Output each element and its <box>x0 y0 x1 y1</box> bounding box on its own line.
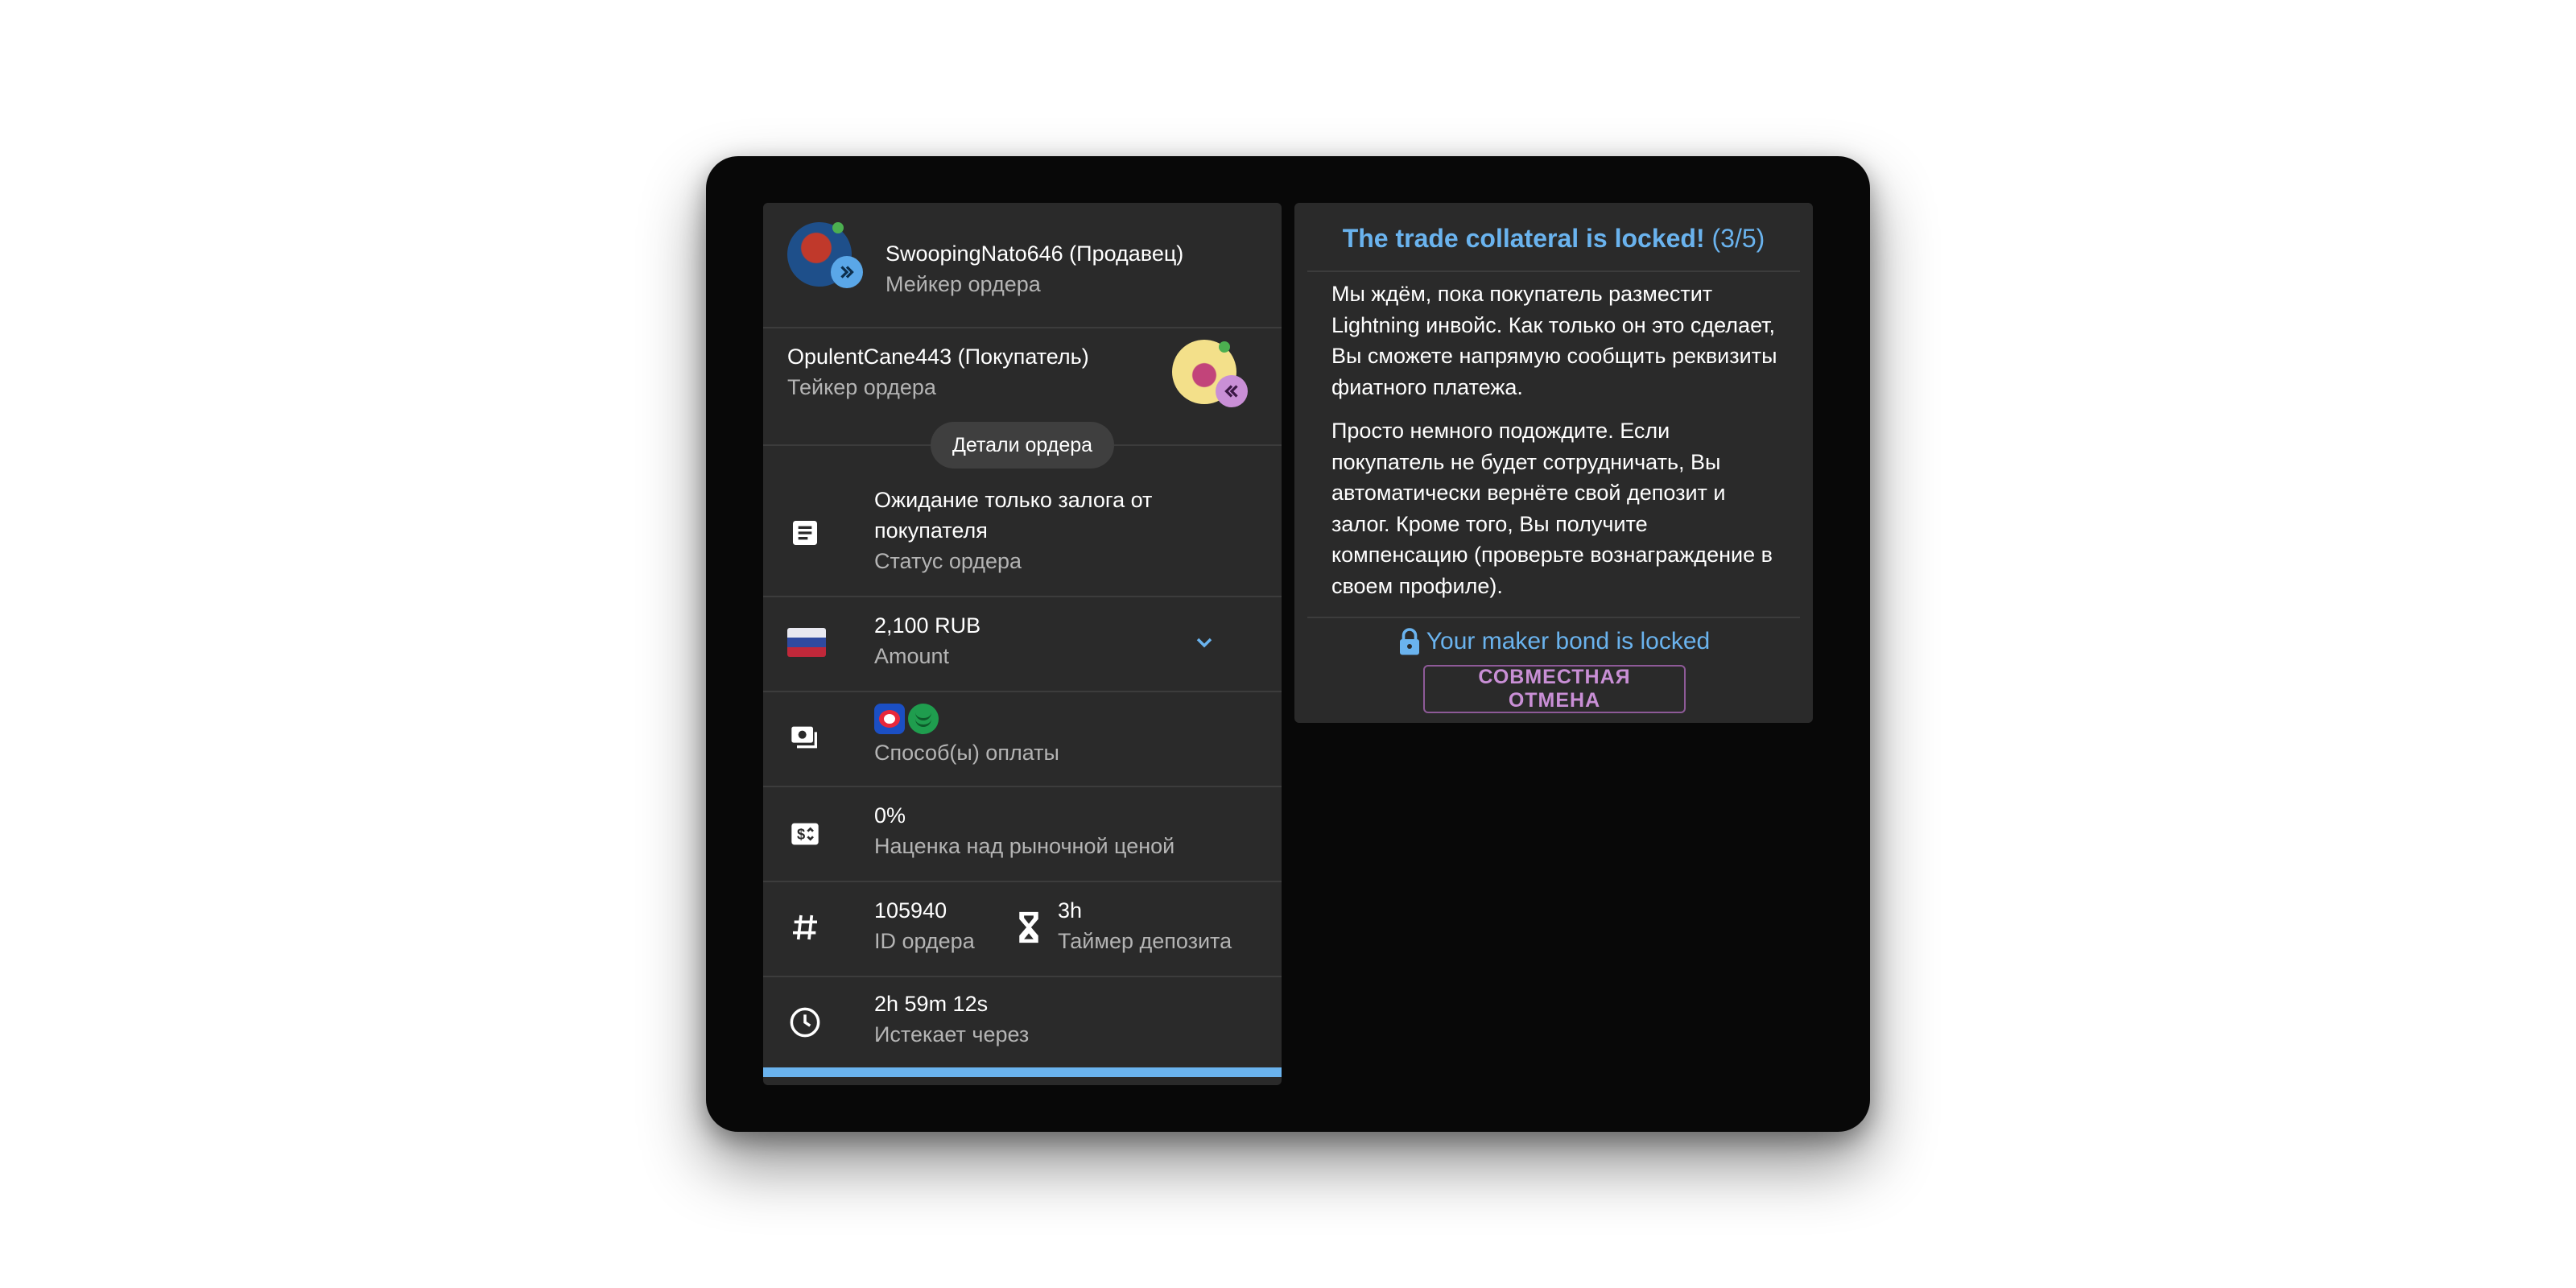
chevron-down-icon[interactable] <box>1191 630 1217 655</box>
status-paragraph-1: Мы ждём, пока покупатель разместит Light… <box>1331 282 1777 399</box>
expires-label: Истекает через <box>874 1022 1030 1046</box>
maker-bond-status: Your maker bond is locked <box>1294 625 1813 658</box>
deposit-timer-label: Таймер депозита <box>1058 929 1232 953</box>
bank-icon-red <box>874 704 905 734</box>
deposit-timer-value: 3h <box>1058 898 1083 923</box>
premium-label: Наценка над рыночной ценой <box>874 834 1175 858</box>
order-details-panel: SwoopingNato646 (Продавец) Мейкер ордера… <box>763 203 1282 1085</box>
maker-badge-icon <box>831 256 863 288</box>
order-id-row: 105940 ID ордера 3h Таймер депозита <box>763 882 1282 976</box>
divider <box>1307 270 1800 272</box>
status-row: Ожидание только залога от покупателя Ста… <box>763 477 1282 597</box>
taker-name: OpulentCane443 (Покупатель) <box>787 345 1089 369</box>
payments-icon <box>787 720 823 755</box>
amount-row[interactable]: 2,100 RUB Amount <box>763 597 1282 691</box>
taker-online-dot <box>1219 341 1230 353</box>
trade-status-title: The trade collateral is locked! (3/5) <box>1294 221 1813 256</box>
russia-flag-icon <box>787 628 826 657</box>
price-change-icon: $ <box>787 816 823 852</box>
premium-row: $ 0% Наценка над рыночной ценой <box>763 787 1282 881</box>
amount-label: Amount <box>874 644 950 668</box>
clock-icon <box>787 1005 823 1040</box>
maker-online-dot <box>832 222 844 233</box>
premium-value: 0% <box>874 803 906 828</box>
order-id-value: 105940 <box>874 898 947 923</box>
taker-role: Тейкер ордера <box>787 375 936 399</box>
status-value: Ожидание только залога от покупателя <box>874 488 1153 543</box>
amount-value: 2,100 RUB <box>874 613 981 638</box>
article-icon <box>787 515 823 551</box>
lock-icon <box>1397 627 1422 656</box>
expires-value: 2h 59m 12s <box>874 992 989 1016</box>
expires-row: 2h 59m 12s Истекает через <box>763 977 1282 1066</box>
order-id-label: ID ордера <box>874 929 975 953</box>
status-label: Статус ордера <box>874 549 1022 573</box>
divider <box>1307 617 1800 618</box>
hourglass-icon <box>1014 910 1043 945</box>
svg-text:$: $ <box>797 826 805 843</box>
maker-row[interactable]: SwoopingNato646 (Продавец) Мейкер ордера <box>763 203 1282 327</box>
hash-icon <box>787 910 823 945</box>
maker-name: SwoopingNato646 (Продавец) <box>886 242 1184 266</box>
expiry-progress-bar <box>763 1067 1282 1077</box>
status-title-text: The trade collateral is locked! <box>1342 224 1705 253</box>
collaborative-cancel-button[interactable]: СОВМЕСТНАЯ ОТМЕНА <box>1423 665 1686 713</box>
status-paragraph-2: Просто немного подождите. Если покупател… <box>1331 419 1773 598</box>
taker-row[interactable]: OpulentCane443 (Покупатель) Тейкер ордер… <box>763 328 1282 433</box>
payment-row: Способ(ы) оплаты <box>763 692 1282 786</box>
maker-role: Мейкер ордера <box>886 272 1041 296</box>
status-step: (3/5) <box>1711 224 1765 253</box>
payment-label: Способ(ы) оплаты <box>874 741 1059 765</box>
order-details-chip[interactable]: Детали ордера <box>931 422 1114 469</box>
taker-badge-icon <box>1216 375 1248 407</box>
trade-status-panel: The trade collateral is locked! (3/5) Мы… <box>1294 203 1813 723</box>
bond-text: Your maker bond is locked <box>1426 628 1711 654</box>
bank-icon-green <box>908 704 939 734</box>
